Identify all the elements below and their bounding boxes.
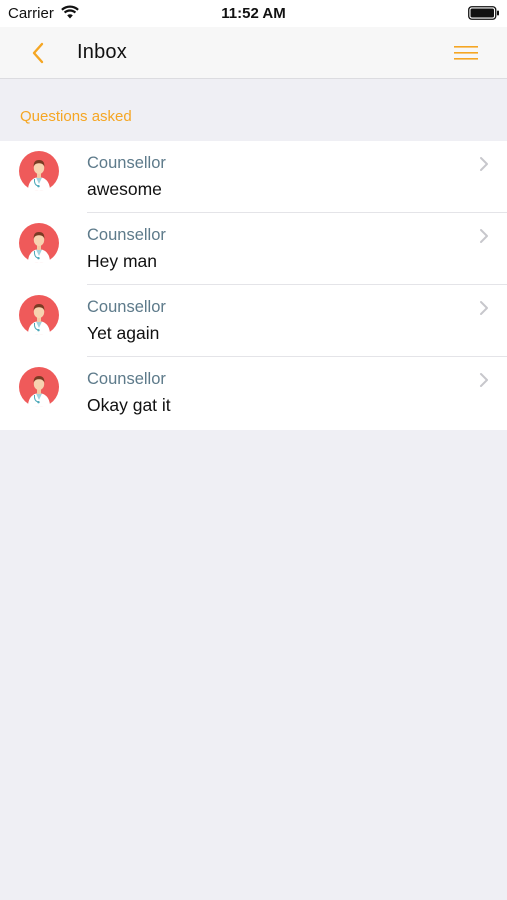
sender-name: Counsellor — [87, 298, 166, 316]
sender-name: Counsellor — [87, 370, 166, 388]
list-item[interactable]: Counsellor Hey man — [0, 213, 507, 285]
sender-name: Counsellor — [87, 226, 166, 244]
sender-name: Counsellor — [87, 154, 166, 172]
chevron-right-icon — [480, 301, 488, 315]
message-preview: awesome — [87, 179, 162, 199]
list-item[interactable]: Counsellor Yet again — [0, 285, 507, 357]
message-preview: Okay gat it — [87, 395, 171, 415]
chevron-right-icon — [480, 229, 488, 243]
page-title: Inbox — [77, 41, 127, 63]
back-button[interactable] — [25, 40, 51, 66]
avatar — [19, 223, 59, 263]
message-list: Counsellor awesome Counsellor Hey man Co… — [0, 141, 507, 430]
nav-bar: Inbox — [0, 27, 507, 79]
list-item[interactable]: Counsellor awesome — [0, 141, 507, 213]
status-bar: Carrier 11:52 AM — [0, 0, 507, 27]
avatar — [19, 151, 59, 191]
chevron-left-icon — [32, 42, 44, 64]
avatar — [19, 295, 59, 335]
chevron-right-icon — [480, 373, 488, 387]
avatar — [19, 367, 59, 407]
battery-icon — [468, 6, 499, 20]
list-item[interactable]: Counsellor Okay gat it — [0, 357, 507, 430]
chevron-right-icon — [480, 157, 488, 171]
hamburger-menu-icon — [454, 46, 478, 60]
clock: 11:52 AM — [221, 5, 286, 22]
menu-button[interactable] — [452, 42, 480, 64]
inbox-screen: Carrier 11:52 AM Inbox Questions asked C… — [0, 0, 507, 900]
message-preview: Yet again — [87, 323, 160, 343]
message-preview: Hey man — [87, 251, 158, 271]
section-header: Questions asked — [20, 108, 132, 125]
